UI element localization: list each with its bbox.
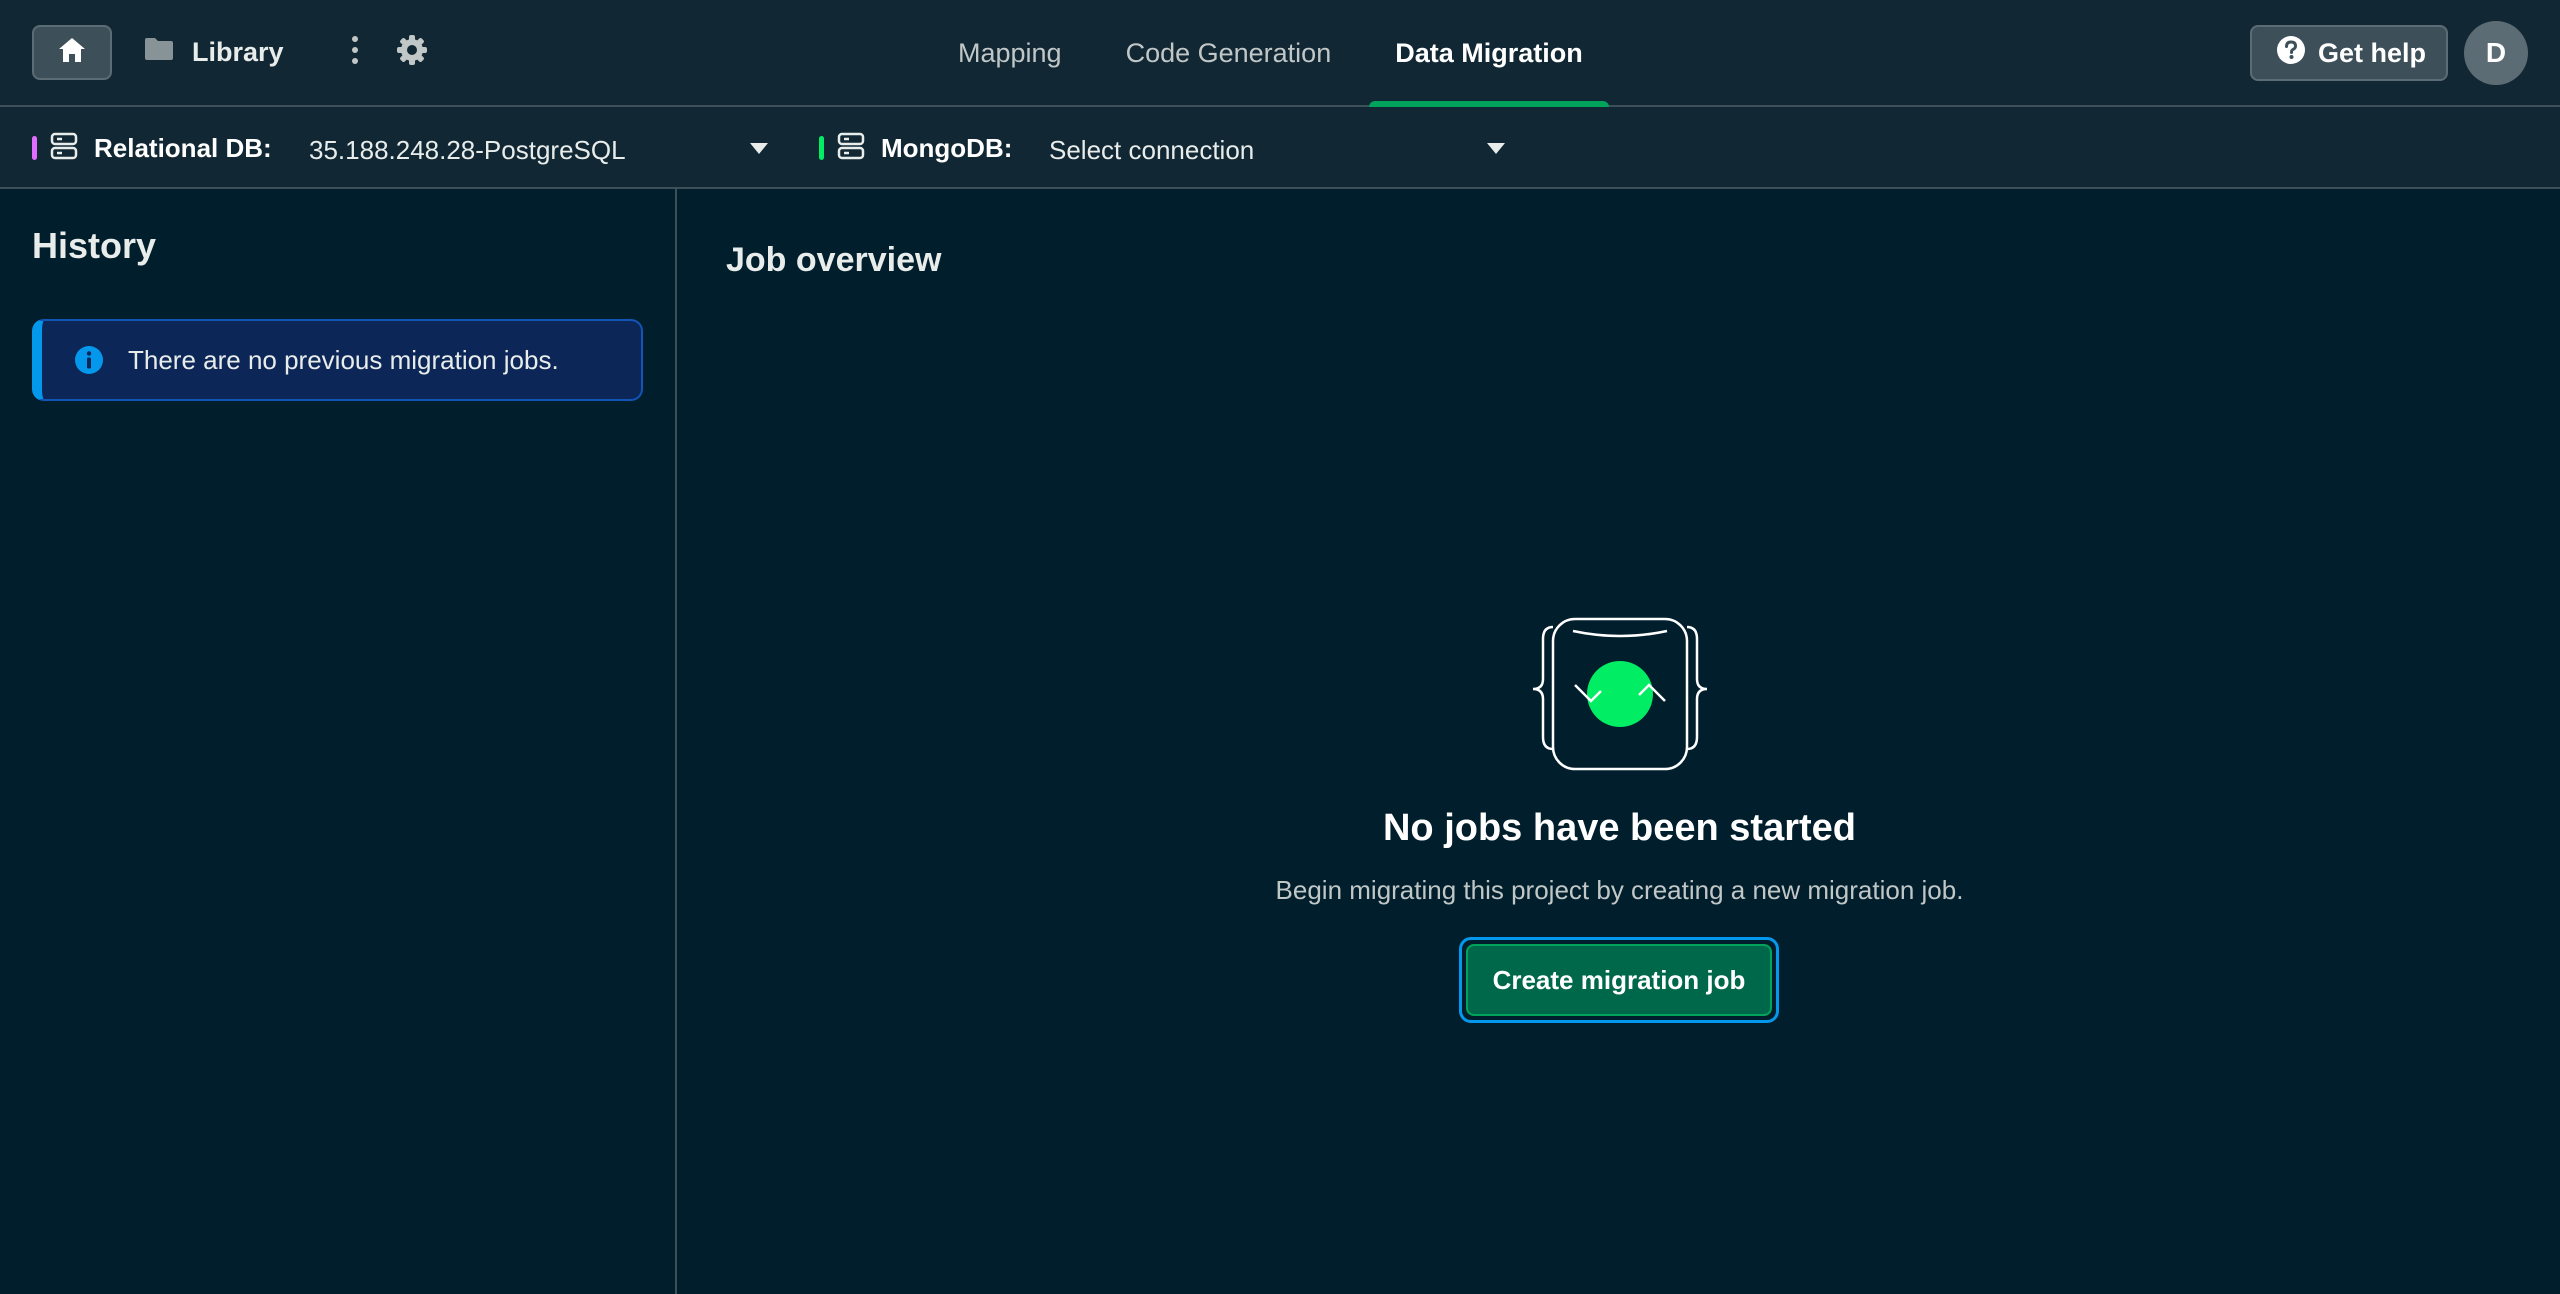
migration-illustration: [1531, 617, 1709, 773]
database-icon: [837, 132, 865, 165]
caret-down-icon[interactable]: [1487, 143, 1505, 154]
info-icon: [74, 345, 104, 375]
home-button[interactable]: [32, 25, 112, 80]
create-migration-job-label: Create migration job: [1466, 944, 1772, 1016]
job-overview-panel: Job overview No jobs have been started B…: [679, 189, 2560, 1294]
relational-accent-marker: [32, 136, 37, 160]
caret-down-icon[interactable]: [750, 143, 768, 154]
tab-code-generation[interactable]: Code Generation: [1094, 0, 1364, 107]
library-link[interactable]: Library: [144, 30, 284, 74]
folder-icon: [144, 37, 174, 68]
more-options-button[interactable]: [340, 30, 370, 74]
relational-db-select[interactable]: 35.188.248.28-PostgreSQL: [309, 135, 626, 166]
main-tabs: Mapping Code Generation Data Migration: [926, 0, 1615, 109]
library-label: Library: [192, 36, 284, 67]
info-banner: There are no previous migration jobs.: [32, 319, 643, 401]
relational-db-label: Relational DB:: [94, 132, 272, 163]
history-sidebar: History There are no previous migration …: [0, 189, 677, 1294]
mongodb-accent-marker: [819, 136, 824, 160]
mongodb-connection: MongoDB:: [819, 107, 1012, 189]
database-icon: [50, 132, 78, 165]
settings-button[interactable]: [392, 32, 432, 72]
tab-mapping[interactable]: Mapping: [926, 0, 1094, 107]
relational-db-connection: Relational DB:: [32, 107, 272, 189]
connection-bar: Relational DB: 35.188.248.28-PostgreSQL …: [0, 107, 2560, 189]
user-avatar[interactable]: D: [2464, 21, 2528, 85]
info-message: There are no previous migration jobs.: [128, 344, 559, 375]
tab-data-migration[interactable]: Data Migration: [1363, 0, 1615, 109]
kebab-icon: [351, 35, 359, 70]
create-migration-job-button[interactable]: Create migration job: [1459, 937, 1779, 1023]
mongodb-select[interactable]: Select connection: [1049, 135, 1254, 166]
empty-state-title: No jobs have been started: [1382, 807, 1856, 849]
mongodb-label: MongoDB:: [881, 132, 1013, 163]
home-icon: [57, 36, 87, 69]
gear-icon: [396, 34, 428, 71]
top-navigation-bar: Library Mapping Code Generation Data Mig…: [0, 0, 2560, 109]
get-help-button[interactable]: Get help: [2250, 25, 2448, 81]
get-help-label: Get help: [2318, 37, 2427, 68]
history-title: History: [32, 225, 157, 266]
page-title: Job overview: [726, 241, 942, 279]
empty-state-description: Begin migrating this project by creating…: [1275, 875, 1964, 905]
question-circle-icon: [2276, 35, 2306, 72]
